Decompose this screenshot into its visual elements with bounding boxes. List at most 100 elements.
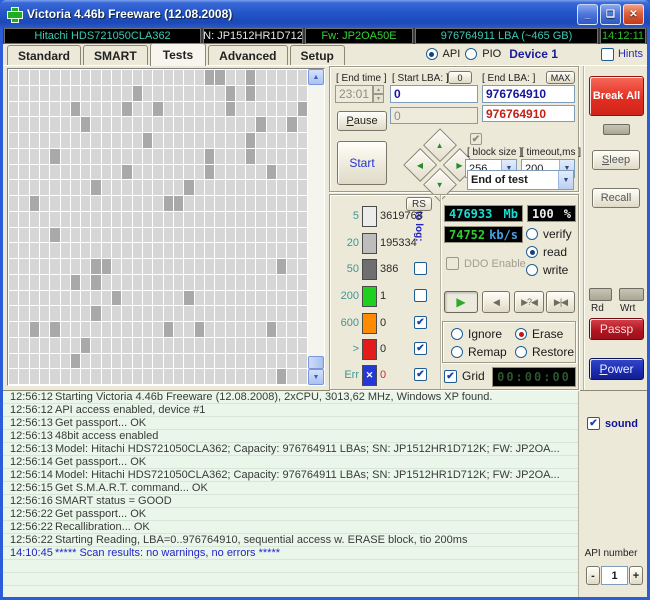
- divider: [440, 195, 441, 389]
- to-log-checkbox[interactable]: ✔: [414, 368, 427, 381]
- map-cell: [132, 322, 143, 337]
- sound-checkbox[interactable]: ✔: [587, 417, 600, 430]
- map-cell: [50, 133, 60, 148]
- seek-end-button[interactable]: ▶|◀: [546, 291, 575, 313]
- minimize-button[interactable]: _: [577, 3, 598, 25]
- map-cell: [184, 274, 194, 290]
- zero-button[interactable]: 0: [448, 71, 472, 84]
- to-log-checkbox[interactable]: ✔: [414, 316, 427, 329]
- map-cell: [204, 117, 215, 132]
- end-time-down-icon[interactable]: ▼: [373, 94, 384, 103]
- log-row: 12:56:22 Starting Reading, LBA=0..9767649…: [3, 534, 578, 547]
- scroll-up-icon[interactable]: ▲: [308, 69, 324, 85]
- end-lba-input[interactable]: 976764910: [482, 85, 575, 103]
- hints-checkbox[interactable]: [600, 47, 614, 61]
- map-cell: [29, 117, 39, 132]
- restore-radio[interactable]: [515, 346, 527, 358]
- tab-tests[interactable]: Tests: [149, 43, 207, 66]
- api-number-plus-button[interactable]: +: [629, 566, 643, 585]
- scroll-down-icon[interactable]: ▼: [308, 369, 324, 385]
- map-cell: [225, 369, 235, 384]
- map-cell: [215, 180, 225, 195]
- api-number-minus-button[interactable]: -: [586, 566, 600, 585]
- map-cell: [287, 164, 297, 180]
- log-time: 12:56:13: [10, 417, 53, 429]
- map-cell: [204, 274, 215, 290]
- map-cell: [297, 227, 307, 243]
- end-time-value[interactable]: 23:01: [335, 85, 374, 103]
- tab-standard[interactable]: Standard: [7, 45, 82, 65]
- map-cell: [122, 211, 132, 227]
- map-cell: [204, 290, 215, 306]
- play-button[interactable]: ▶: [444, 291, 478, 313]
- power-button[interactable]: Power: [589, 358, 644, 380]
- map-cell: [287, 227, 297, 243]
- grid-checkbox[interactable]: ✔: [444, 369, 457, 383]
- seek-question-button[interactable]: ▶?◀: [514, 291, 544, 313]
- map-cell: [39, 101, 50, 117]
- map-cell: [266, 148, 277, 164]
- map-cell: [19, 133, 29, 148]
- log-time: 12:56:12: [10, 404, 53, 416]
- recall-button[interactable]: Recall: [592, 188, 640, 208]
- map-cell: [297, 70, 307, 85]
- map-cell: [153, 306, 163, 321]
- tab-smart[interactable]: SMART: [83, 45, 148, 65]
- scroll-track[interactable]: [308, 85, 324, 369]
- scroll-thumb[interactable]: [308, 356, 324, 369]
- map-cell: [225, 211, 235, 227]
- api-radio[interactable]: [425, 48, 438, 60]
- verify-radio[interactable]: [526, 228, 538, 240]
- map-cell: [246, 337, 256, 353]
- maximize-button[interactable]: ❏: [600, 3, 621, 25]
- map-cell: [29, 196, 39, 211]
- map-cell: [122, 164, 132, 180]
- write-radio[interactable]: [526, 264, 538, 276]
- map-cell: [235, 85, 246, 101]
- map-cell: [173, 243, 184, 258]
- read-radio[interactable]: [526, 246, 538, 258]
- map-cell: [184, 227, 194, 243]
- break-all-button[interactable]: Break All: [589, 76, 644, 116]
- map-cell: [60, 148, 70, 164]
- map-cell: [277, 133, 287, 148]
- remap-radio[interactable]: [451, 346, 463, 358]
- start-lba-input[interactable]: 0: [390, 85, 478, 103]
- map-cell: [132, 353, 143, 369]
- start-button[interactable]: Start: [337, 141, 387, 185]
- passp-button[interactable]: Passp: [589, 318, 644, 340]
- close-button[interactable]: ✕: [623, 3, 644, 25]
- map-cell: [266, 274, 277, 290]
- log-time: 14:10:45: [10, 547, 53, 559]
- tab-setup[interactable]: Setup: [289, 45, 345, 65]
- back-button[interactable]: ◀: [482, 291, 510, 313]
- map-cell: [91, 227, 101, 243]
- map-cell: [29, 85, 39, 101]
- histogram-row: >0 ✔: [330, 338, 438, 360]
- map-cell: [29, 322, 39, 337]
- map-cell: [122, 227, 132, 243]
- to-log-checkbox[interactable]: [414, 262, 427, 275]
- map-cell: [143, 133, 153, 148]
- map-cell: [50, 259, 60, 274]
- ignore-radio[interactable]: [451, 328, 463, 340]
- after-test-select[interactable]: End of test ▼: [467, 170, 574, 190]
- map-cell: [29, 306, 39, 321]
- map-cell: [153, 101, 163, 117]
- max-button[interactable]: MAX: [546, 71, 575, 84]
- map-cell: [101, 164, 112, 180]
- end-time-up-icon[interactable]: ▲: [373, 85, 384, 94]
- map-cell: [173, 85, 184, 101]
- pause-button[interactable]: Pause: [337, 111, 387, 131]
- tab-advanced[interactable]: Advanced: [208, 45, 288, 65]
- pio-radio[interactable]: [465, 48, 478, 60]
- map-cell: [184, 85, 194, 101]
- log-text: 48bit access enabled: [55, 430, 159, 442]
- erase-radio[interactable]: [515, 328, 527, 340]
- map-cell: [235, 148, 246, 164]
- to-log-checkbox[interactable]: [414, 289, 427, 302]
- to-log-checkbox[interactable]: ✔: [414, 342, 427, 355]
- histogram-count: 3619768: [380, 210, 423, 222]
- map-cell: [215, 211, 225, 227]
- sleep-button[interactable]: Sleep: [592, 150, 640, 170]
